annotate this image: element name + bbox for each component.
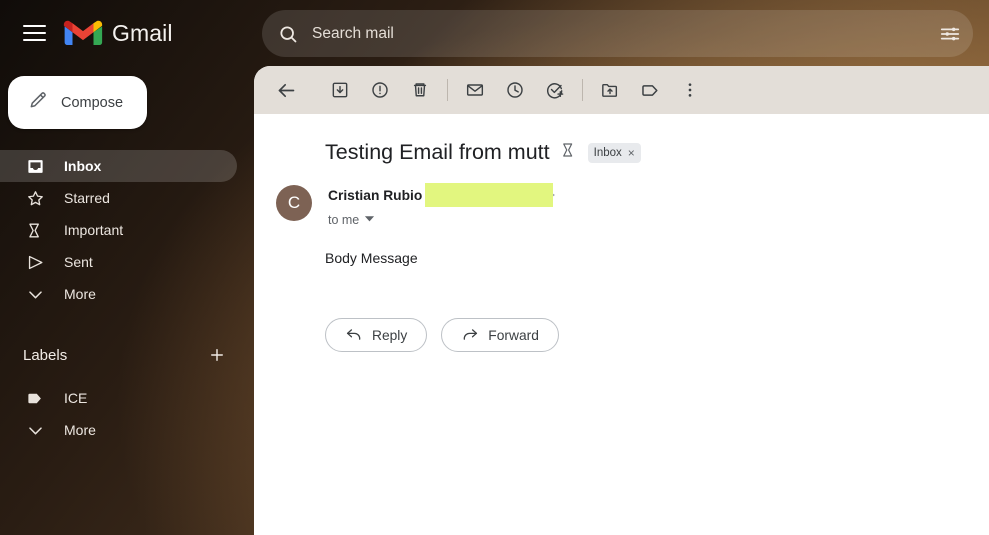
chevron-down-icon: [25, 284, 45, 304]
email-toolbar: [254, 66, 989, 114]
compose-button[interactable]: Compose: [8, 76, 147, 129]
sidebar-nav-list: Inbox Starred Important Sent More: [0, 150, 254, 310]
email-reading-pane: Testing Email from mutt Inbox × C Cristi…: [254, 66, 989, 535]
close-icon[interactable]: ×: [628, 146, 635, 160]
sidebar: Compose Inbox Starred Important Sent Mor…: [0, 66, 254, 535]
gmail-brand: Gmail: [63, 18, 173, 48]
archive-icon: [332, 82, 348, 98]
sidebar-label-text: More: [64, 422, 96, 438]
forward-button[interactable]: Forward: [441, 318, 559, 352]
forward-label: Forward: [488, 327, 539, 343]
reply-button[interactable]: Reply: [325, 318, 428, 352]
sender-block: C Cristian Rubio > to me: [254, 165, 989, 229]
sidebar-item-label: Sent: [64, 254, 93, 270]
labels-section-header: Labels: [0, 340, 254, 370]
reply-label: Reply: [372, 327, 408, 343]
arrow-left-icon: [278, 83, 294, 97]
report-spam-button[interactable]: [360, 70, 400, 110]
sidebar-item-label: Important: [64, 222, 124, 238]
status-badge[interactable]: Inbox ×: [587, 142, 641, 163]
avatar: C: [276, 185, 312, 221]
add-to-tasks-button[interactable]: [535, 70, 575, 110]
mark-as-unread-button[interactable]: [455, 70, 495, 110]
sender-name: Cristian Rubio: [328, 188, 423, 203]
labels-button[interactable]: [630, 70, 670, 110]
sidebar-item-sent[interactable]: Sent: [0, 246, 254, 278]
more-options-button[interactable]: [670, 70, 710, 110]
labels-list: ICE More: [0, 382, 254, 446]
redacted-email-address: [425, 183, 553, 207]
recipient-line[interactable]: to me: [328, 211, 422, 229]
back-to-inbox-button[interactable]: [266, 70, 306, 110]
sidebar-item-label: More: [64, 286, 96, 302]
sidebar-item-important[interactable]: Important: [0, 214, 254, 246]
search-bar[interactable]: [262, 10, 973, 57]
sidebar-item-starred[interactable]: Starred: [0, 182, 254, 214]
page-title: Testing Email from mutt: [325, 140, 550, 164]
delete-button[interactable]: [400, 70, 440, 110]
check-circle-plus-icon: [546, 83, 564, 99]
envelope-icon: [466, 84, 484, 96]
trash-icon: [413, 83, 427, 97]
important-label-icon: [25, 220, 45, 240]
label-tag-icon: [641, 84, 658, 96]
sidebar-label-ice[interactable]: ICE: [0, 382, 254, 414]
search-icon: [278, 24, 298, 44]
sidebar-item-inbox[interactable]: Inbox: [0, 150, 237, 182]
inbox-icon: [25, 156, 45, 176]
brand-name: Gmail: [112, 19, 173, 46]
more-vertical-icon: [688, 83, 692, 97]
label-tag-icon: [25, 388, 45, 408]
gmail-logo-icon: [63, 20, 103, 46]
clock-icon: [507, 82, 523, 98]
hamburger-menu-icon[interactable]: [10, 9, 58, 57]
sidebar-label-text: ICE: [64, 390, 88, 406]
forward-arrow-icon: [461, 325, 479, 346]
sidebar-item-label: Inbox: [64, 158, 102, 174]
sender-info: Cristian Rubio > to me: [328, 183, 555, 229]
toolbar-divider: [582, 79, 583, 101]
compose-label: Compose: [61, 94, 124, 111]
chevron-down-icon: [25, 420, 45, 440]
snooze-button[interactable]: [495, 70, 535, 110]
sidebar-item-label: Starred: [64, 190, 110, 206]
reply-arrow-icon: [345, 325, 363, 346]
toolbar-divider: [447, 79, 448, 101]
caret-down-icon[interactable]: [364, 211, 375, 229]
report-spam-icon: [372, 82, 388, 98]
plus-icon[interactable]: [206, 344, 228, 366]
labels-title: Labels: [23, 346, 68, 364]
send-icon: [25, 252, 45, 272]
recipient-text: to me: [328, 213, 360, 227]
search-input[interactable]: [312, 24, 931, 43]
folder-move-icon: [602, 83, 618, 97]
move-to-button[interactable]: [590, 70, 630, 110]
email-action-buttons: Reply Forward: [254, 266, 989, 352]
top-bar: Gmail: [0, 0, 989, 66]
email-body: Body Message: [325, 250, 418, 266]
important-label-icon[interactable]: [560, 141, 578, 164]
sender-line: Cristian Rubio >: [328, 183, 555, 207]
tune-filter-icon[interactable]: [939, 23, 961, 45]
subject-row: Testing Email from mutt Inbox ×: [254, 114, 989, 165]
archive-button[interactable]: [320, 70, 360, 110]
gmail-app-window: Gmail Search mail Compose Inbox Starred …: [0, 0, 989, 535]
label-chip-text: Inbox: [593, 146, 622, 159]
sidebar-item-more[interactable]: More: [0, 278, 254, 310]
sidebar-label-more[interactable]: More: [0, 414, 254, 446]
star-icon: [25, 188, 45, 208]
pencil-icon: [28, 90, 48, 115]
